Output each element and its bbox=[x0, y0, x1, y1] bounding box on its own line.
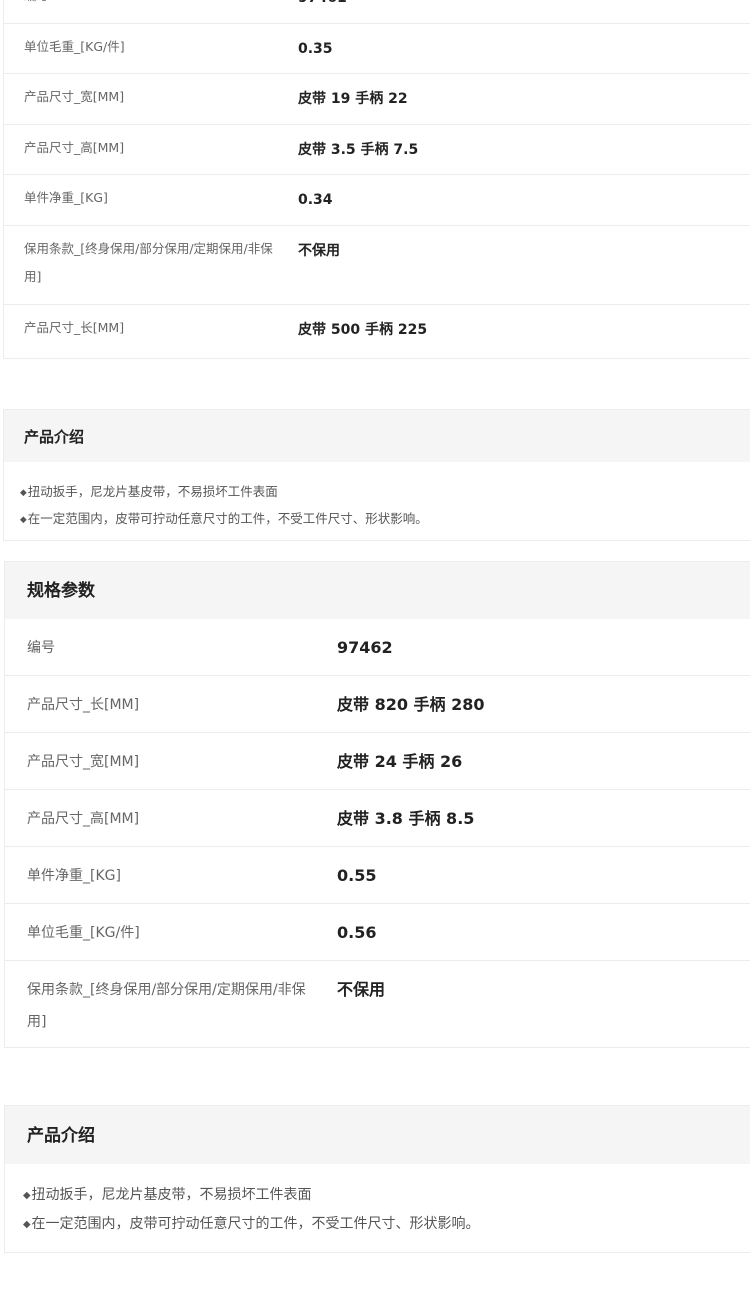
spec-label: 保用条款_[终身保用/部分保用/定期保用/非保用] bbox=[24, 240, 273, 284]
spec-row: 编号 97462 bbox=[5, 619, 750, 676]
diamond-bullet-icon: ◆ bbox=[20, 515, 27, 525]
spec-value: 0.34 bbox=[298, 192, 333, 208]
spec-value: 皮带 24 手柄 26 bbox=[337, 752, 463, 771]
spec-value: 0.56 bbox=[337, 923, 377, 942]
spec-label: 编号 bbox=[27, 640, 55, 656]
diamond-bullet-icon: ◆ bbox=[23, 1190, 31, 1201]
diamond-bullet-icon: ◆ bbox=[23, 1219, 31, 1230]
spec-table-97462: 规格参数 编号 97462 产品尺寸_长[MM] 皮带 820 手柄 280 产… bbox=[4, 561, 750, 1048]
section-title: 规格参数 bbox=[5, 562, 750, 619]
intro-body: ◆扭动扳手，尼龙片基皮带，不易损坏工件表面 ◆在一定范围内，皮带可拧动任意尺寸的… bbox=[4, 462, 750, 533]
intro-line: ◆在一定范围内，皮带可拧动任意尺寸的工件，不受工件尺寸、形状影响。 bbox=[23, 1216, 480, 1232]
spec-value: 皮带 820 手柄 280 bbox=[337, 695, 485, 714]
spec-label: 产品尺寸_宽[MM] bbox=[24, 89, 125, 104]
spec-value: 97462 bbox=[337, 638, 393, 657]
spec-label: 编号 bbox=[4, 0, 277, 23]
spec-row: 产品尺寸_宽[MM] 皮带 19 手柄 22 bbox=[4, 74, 750, 125]
intro-line: ◆在一定范围内，皮带可拧动任意尺寸的工件，不受工件尺寸、形状影响。 bbox=[20, 511, 428, 526]
spec-value: 不保用 bbox=[298, 242, 340, 259]
product-intro-section: 产品介绍 ◆扭动扳手，尼龙片基皮带，不易损坏工件表面 ◆在一定范围内，皮带可拧动… bbox=[3, 409, 750, 541]
intro-line: ◆扭动扳手，尼龙片基皮带，不易损坏工件表面 bbox=[23, 1187, 312, 1203]
diamond-bullet-icon: ◆ bbox=[20, 488, 27, 498]
spec-value: 皮带 500 手柄 225 bbox=[298, 321, 428, 338]
spec-row: 单件净重_[KG] 0.34 bbox=[4, 175, 750, 226]
section-title: 产品介绍 bbox=[5, 1106, 750, 1164]
spec-row: 单位毛重_[KG/件] 0.56 bbox=[5, 904, 750, 961]
spec-label: 保用条款_[终身保用/部分保用/定期保用/非保用] bbox=[27, 982, 306, 1030]
spec-row: 保用条款_[终身保用/部分保用/定期保用/非保用] 不保用 bbox=[4, 226, 750, 305]
spec-row: 编号 97461 bbox=[4, 0, 750, 24]
spec-label: 单件净重_[KG] bbox=[24, 190, 108, 205]
spec-row: 产品尺寸_高[MM] 皮带 3.8 手柄 8.5 bbox=[5, 790, 750, 847]
spec-label: 产品尺寸_宽[MM] bbox=[27, 754, 140, 770]
product-intro-section: 产品介绍 ◆扭动扳手，尼龙片基皮带，不易损坏工件表面 ◆在一定范围内，皮带可拧动… bbox=[4, 1105, 750, 1253]
spec-label: 单件净重_[KG] bbox=[27, 868, 121, 884]
spec-value: 97461 bbox=[277, 0, 347, 23]
spec-label: 产品尺寸_高[MM] bbox=[24, 139, 125, 155]
spec-label: 单位毛重_[KG/件] bbox=[24, 38, 125, 54]
spec-value: 不保用 bbox=[337, 980, 386, 999]
intro-body: ◆扭动扳手，尼龙片基皮带，不易损坏工件表面 ◆在一定范围内，皮带可拧动任意尺寸的… bbox=[5, 1164, 750, 1239]
intro-line: ◆扭动扳手，尼龙片基皮带，不易损坏工件表面 bbox=[20, 484, 278, 499]
spec-value: 皮带 3.5 手柄 7.5 bbox=[298, 141, 419, 158]
spec-value: 皮带 3.8 手柄 8.5 bbox=[337, 809, 475, 828]
spec-table-97461: 编号 97461 单位毛重_[KG/件] 0.35 产品尺寸_宽[MM] 皮带 … bbox=[3, 0, 750, 359]
spec-row: 单位毛重_[KG/件] 0.35 bbox=[4, 24, 750, 74]
spec-value: 0.55 bbox=[337, 866, 377, 885]
spec-label: 产品尺寸_长[MM] bbox=[24, 319, 125, 335]
spec-row: 产品尺寸_高[MM] 皮带 3.5 手柄 7.5 bbox=[4, 125, 750, 175]
spec-row: 保用条款_[终身保用/部分保用/定期保用/非保用] 不保用 bbox=[5, 961, 750, 1051]
spec-row: 产品尺寸_长[MM] 皮带 500 手柄 225 bbox=[4, 305, 750, 356]
spec-value: 皮带 19 手柄 22 bbox=[298, 91, 408, 107]
spec-label: 单位毛重_[KG/件] bbox=[27, 925, 140, 941]
spec-row: 产品尺寸_宽[MM] 皮带 24 手柄 26 bbox=[5, 733, 750, 790]
section-title: 产品介绍 bbox=[4, 410, 750, 462]
spec-label: 产品尺寸_长[MM] bbox=[27, 697, 140, 713]
spec-label: 产品尺寸_高[MM] bbox=[27, 811, 140, 827]
spec-row: 产品尺寸_长[MM] 皮带 820 手柄 280 bbox=[5, 676, 750, 733]
spec-row: 单件净重_[KG] 0.55 bbox=[5, 847, 750, 904]
spec-value: 0.35 bbox=[298, 40, 333, 57]
